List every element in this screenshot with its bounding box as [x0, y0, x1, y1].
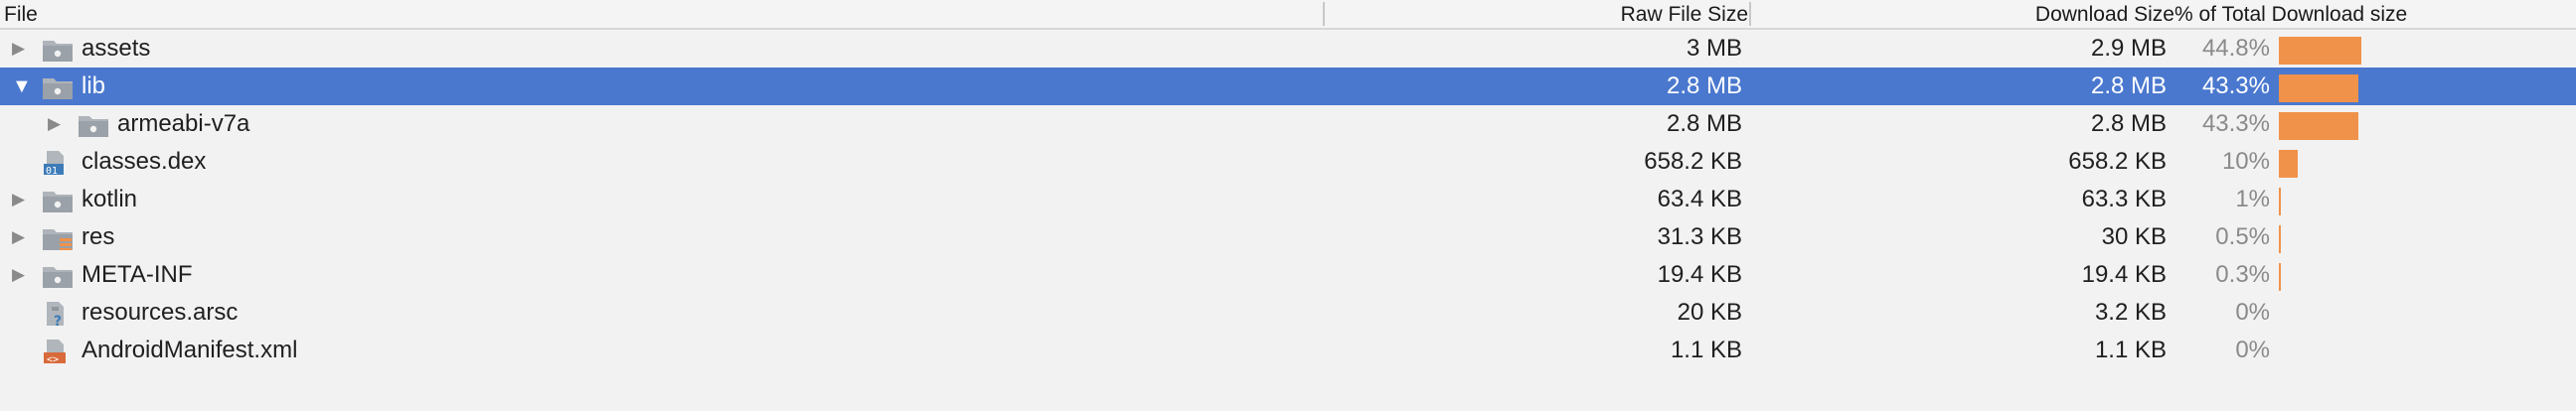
- column-divider[interactable]: [1323, 2, 1325, 26]
- column-header-percent[interactable]: % of Total Download size: [2174, 0, 2407, 28]
- size-share-bar: [2279, 188, 2281, 215]
- column-divider[interactable]: [1749, 2, 1751, 26]
- download-size: 3.2 KB: [2094, 299, 2167, 326]
- download-size: 2.8 MB: [2090, 110, 2167, 137]
- download-size: 30 KB: [2101, 223, 2167, 250]
- file-name: resources.arsc: [81, 299, 239, 326]
- download-size: 658.2 KB: [2068, 148, 2167, 175]
- size-share-bar: [2279, 263, 2281, 291]
- expand-arrow-down-icon[interactable]: ▼: [12, 68, 32, 105]
- expand-arrow-right-icon[interactable]: ▶: [12, 181, 25, 218]
- size-share-bar: [2279, 150, 2298, 178]
- table-row[interactable]: ▶ META-INF 19.4 KB 19.4 KB 0.3%: [0, 256, 2576, 294]
- raw-file-size: 2.8 MB: [1666, 72, 1742, 99]
- download-size: 1.1 KB: [2094, 337, 2167, 363]
- raw-file-size: 63.4 KB: [1657, 186, 1742, 212]
- table-row[interactable]: <> AndroidManifest.xml 1.1 KB 1.1 KB 0%: [0, 332, 2576, 369]
- expand-arrow-right-icon[interactable]: ▶: [12, 256, 25, 294]
- table-row[interactable]: ▼ lib 2.8 MB 2.8 MB 43.3%: [0, 68, 2576, 105]
- percent-of-total: 10%: [2221, 148, 2270, 175]
- file-name: classes.dex: [81, 148, 207, 175]
- folder-icon: [78, 112, 109, 138]
- folder-icon: [42, 188, 74, 213]
- size-share-bar: [2279, 37, 2361, 65]
- percent-of-total: 0.3%: [2215, 261, 2270, 288]
- file-name: kotlin: [81, 186, 138, 212]
- file-name: META-INF: [81, 261, 193, 288]
- folder-icon: [42, 263, 74, 289]
- percent-of-total: 0%: [2235, 299, 2270, 326]
- table-row[interactable]: ▶ armeabi-v7a 2.8 MB 2.8 MB 43.3%: [0, 105, 2576, 143]
- svg-text:01: 01: [46, 166, 58, 176]
- file-name: res: [81, 223, 115, 250]
- expand-arrow-right-icon[interactable]: ▶: [48, 105, 61, 143]
- download-size: 63.3 KB: [2081, 186, 2167, 212]
- unknown-file-icon: ?: [42, 301, 74, 330]
- folder-icon: [42, 37, 74, 63]
- percent-of-total: 1%: [2235, 186, 2270, 212]
- percent-of-total: 43.3%: [2201, 72, 2270, 99]
- column-header-raw-size[interactable]: Raw File Size: [1391, 0, 1748, 28]
- percent-of-total: 43.3%: [2201, 110, 2270, 137]
- size-share-bar: [2279, 74, 2358, 102]
- percent-of-total: 0.5%: [2215, 223, 2270, 250]
- raw-file-size: 2.8 MB: [1666, 110, 1742, 137]
- raw-file-size: 19.4 KB: [1657, 261, 1742, 288]
- percent-of-total: 0%: [2235, 337, 2270, 363]
- table-header: File Raw File Size Download Size % of To…: [0, 0, 2576, 30]
- size-share-bar: [2279, 225, 2281, 253]
- xml-file-icon: <>: [42, 339, 74, 365]
- file-name: armeabi-v7a: [117, 110, 250, 137]
- dex-file-icon: 01: [42, 150, 74, 177]
- expand-arrow-right-icon[interactable]: ▶: [12, 218, 25, 256]
- download-size: 2.8 MB: [2090, 72, 2167, 99]
- table-row[interactable]: ▶ res 31.3 KB 30 KB 0.5%: [0, 218, 2576, 256]
- file-name: lib: [81, 72, 106, 99]
- table-row[interactable]: ▶ assets 3 MB 2.9 MB 44.8%: [0, 30, 2576, 68]
- column-header-download-size[interactable]: Download Size: [1789, 0, 2174, 28]
- raw-file-size: 1.1 KB: [1670, 337, 1742, 363]
- svg-text:?: ?: [54, 314, 62, 327]
- download-size: 2.9 MB: [2090, 35, 2167, 62]
- raw-file-size: 3 MB: [1686, 35, 1742, 62]
- apk-analyzer-table: File Raw File Size Download Size % of To…: [0, 0, 2576, 411]
- svg-text:<>: <>: [47, 354, 59, 364]
- table-row[interactable]: ▶ kotlin 63.4 KB 63.3 KB 1%: [0, 181, 2576, 218]
- download-size: 19.4 KB: [2081, 261, 2167, 288]
- table-row[interactable]: ? resources.arsc 20 KB 3.2 KB 0%: [0, 294, 2576, 332]
- folder-icon: [42, 74, 74, 100]
- column-header-file[interactable]: File: [4, 0, 38, 28]
- raw-file-size: 658.2 KB: [1644, 148, 1742, 175]
- raw-file-size: 20 KB: [1677, 299, 1742, 326]
- size-share-bar: [2279, 112, 2358, 140]
- table-row[interactable]: 01 classes.dex 658.2 KB 658.2 KB 10%: [0, 143, 2576, 181]
- expand-arrow-right-icon[interactable]: ▶: [12, 30, 25, 68]
- file-name: assets: [81, 35, 151, 62]
- percent-of-total: 44.8%: [2201, 35, 2270, 62]
- raw-file-size: 31.3 KB: [1657, 223, 1742, 250]
- file-tree-table: ▶ assets 3 MB 2.9 MB 44.8% ▼ lib 2.8 MB 2.8 MB 43…: [0, 30, 2576, 369]
- resource-folder-icon: [42, 225, 74, 251]
- file-name: AndroidManifest.xml: [81, 337, 298, 363]
